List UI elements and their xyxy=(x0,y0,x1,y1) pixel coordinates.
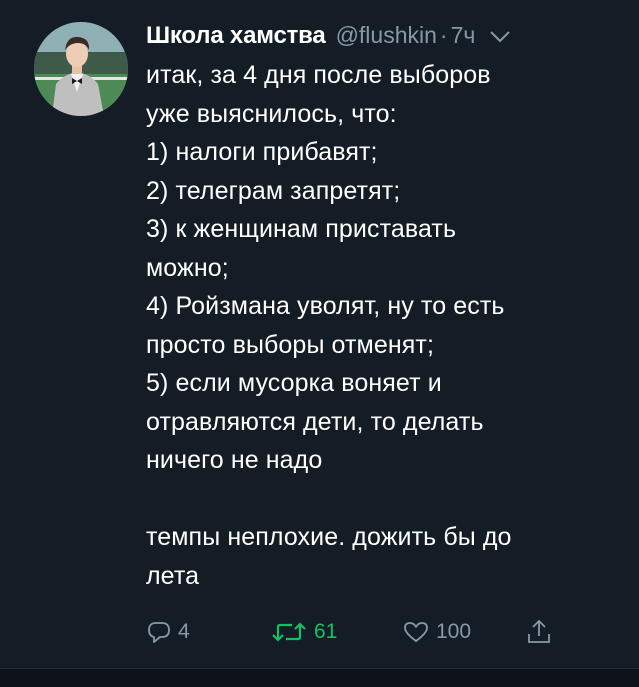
tweet-text-line: 4) Ройзмана уволят, ну то есть xyxy=(146,292,505,320)
author-handle[interactable]: @flushkin xyxy=(336,22,437,49)
author-name[interactable]: Школа хамства xyxy=(146,22,326,50)
reply-icon xyxy=(146,620,172,644)
tweet-time[interactable]: 7ч xyxy=(451,22,476,49)
like-count: 100 xyxy=(436,620,472,643)
tweet-text-line: лета xyxy=(146,561,200,590)
tweet-text-line: отравляются дети, то делать xyxy=(146,407,484,436)
retweet-button[interactable]: 61 xyxy=(270,612,337,652)
tweet-text-line: просто выборы отменят; xyxy=(146,330,434,359)
tweet-header: Школа хамства @flushkin · 7ч xyxy=(146,22,511,52)
tweet-text-line: 1) налоги прибавят; xyxy=(146,138,378,166)
share-button[interactable] xyxy=(526,612,552,652)
tweet-text-line: итак, за 4 дня после выборов xyxy=(146,61,491,89)
reply-button[interactable]: 4 xyxy=(146,612,190,652)
retweet-count: 61 xyxy=(314,620,338,643)
tweet-text-line: ничего не надо xyxy=(146,446,323,474)
tweet-text-line: 2) телеграм запретят; xyxy=(146,176,401,205)
dot-separator: · xyxy=(439,22,448,48)
avatar[interactable] xyxy=(34,22,128,116)
chevron-down-icon[interactable] xyxy=(489,30,511,44)
reply-count: 4 xyxy=(178,620,190,643)
retweet-icon xyxy=(270,620,308,644)
tweet[interactable]: Школа хамства @flushkin · 7ч итак, за 4 … xyxy=(0,0,639,668)
heart-icon xyxy=(402,620,430,644)
tweet-text-line: уже выяснилось, что: xyxy=(146,99,397,128)
tweet-actions: 4 61 100 xyxy=(146,612,626,652)
tweet-text-line: можно; xyxy=(146,253,229,282)
like-button[interactable]: 100 xyxy=(402,612,471,652)
avatar-image xyxy=(34,22,128,116)
tweet-text-line: 5) если мусорка воняет и xyxy=(146,369,442,397)
tweet-text: итак, за 4 дня после выборов уже выяснил… xyxy=(146,56,616,595)
timeline-divider xyxy=(0,668,639,687)
tweet-text-line: 3) к женщинам приставать xyxy=(146,215,457,243)
tweet-text-line: темпы неплохие. дожить бы до xyxy=(146,523,512,551)
share-icon xyxy=(526,618,552,646)
